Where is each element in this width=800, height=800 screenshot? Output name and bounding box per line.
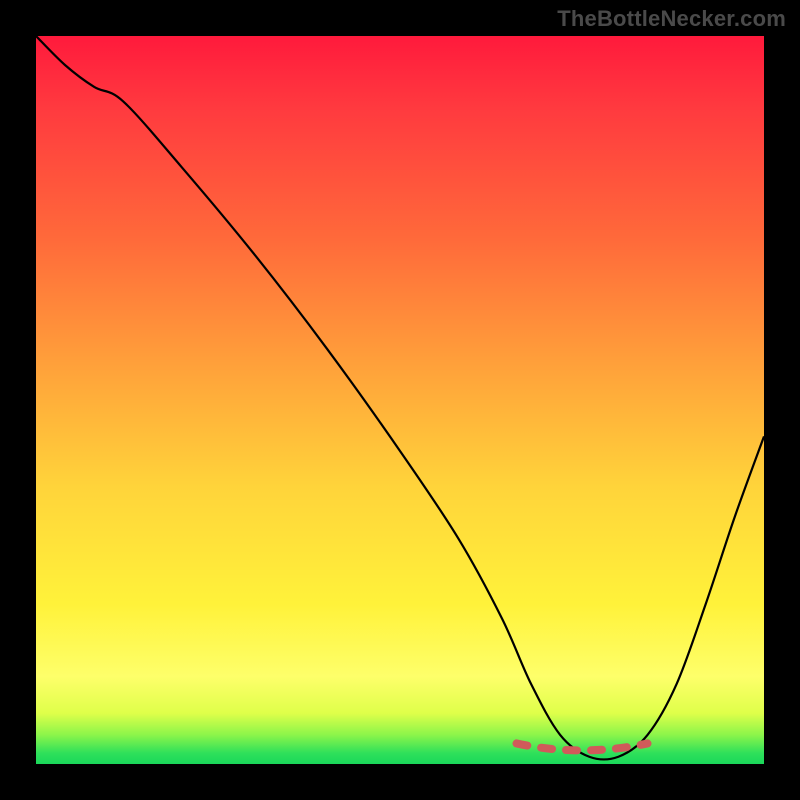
bottleneck-curve xyxy=(36,36,764,759)
chart-svg xyxy=(36,36,764,764)
plot-area xyxy=(36,36,764,764)
optimal-zone-marker xyxy=(516,743,647,750)
chart-container: TheBottleNecker.com xyxy=(0,0,800,800)
attribution-text: TheBottleNecker.com xyxy=(557,6,786,32)
